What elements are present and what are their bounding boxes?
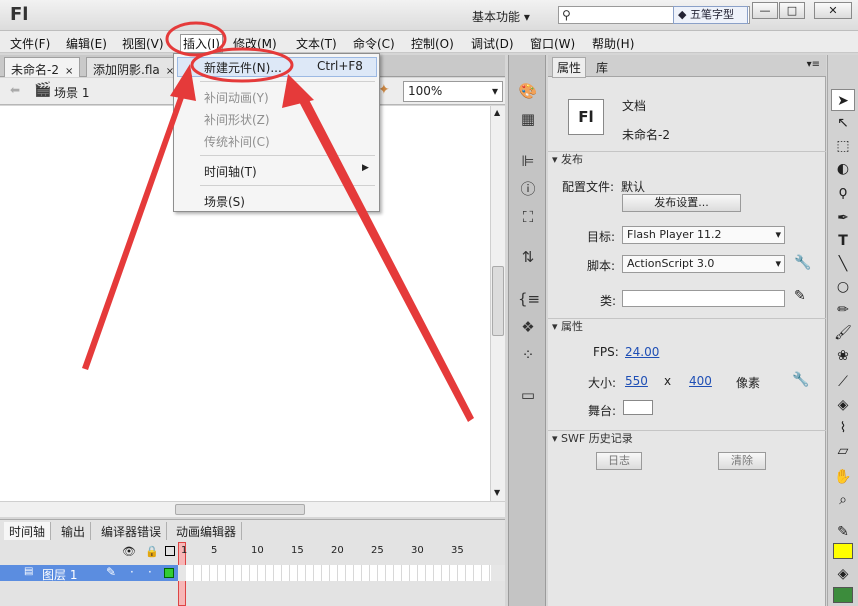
annotation-circle-new-symbol bbox=[190, 47, 294, 83]
annotation-overlay bbox=[82, 21, 474, 422]
annotation-arrow-right-shaft bbox=[296, 92, 474, 422]
annotation-arrow-left-shaft bbox=[82, 75, 192, 370]
